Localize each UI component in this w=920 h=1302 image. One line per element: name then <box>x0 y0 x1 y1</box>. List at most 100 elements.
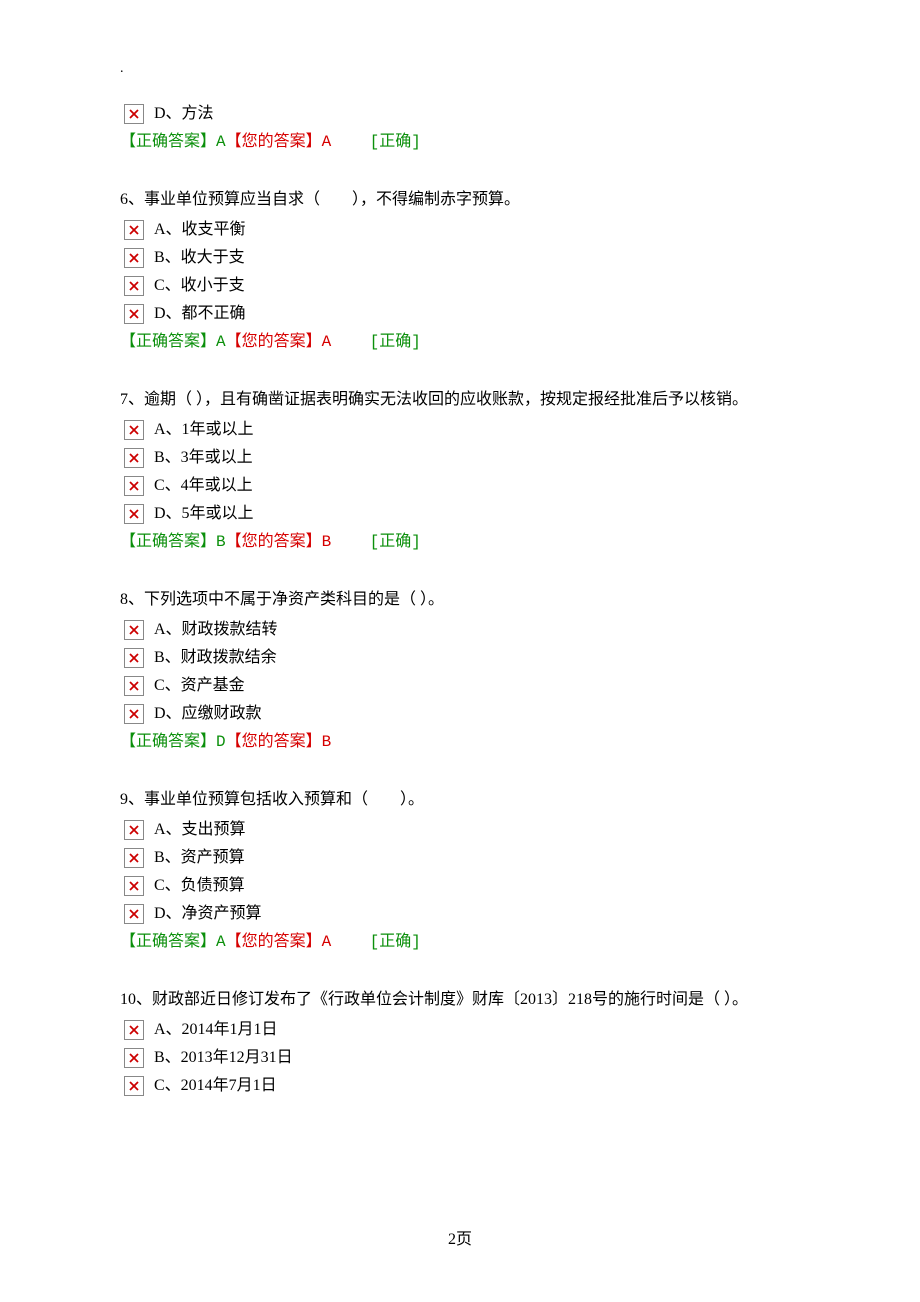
q7-answer: 【正确答案】B【您的答案】B [正确] <box>120 530 800 554</box>
q10-option-c: C、2014年7月1日 <box>124 1074 800 1098</box>
q5-answer: 【正确答案】A【您的答案】A [正确] <box>120 130 800 154</box>
broken-image-icon <box>124 676 144 696</box>
option-text: D、应缴财政款 <box>154 702 262 726</box>
q6-option-a: A、收支平衡 <box>124 218 800 242</box>
q6-option-b: B、收大于支 <box>124 246 800 270</box>
option-text: C、负债预算 <box>154 874 245 898</box>
question-8: 8、下列选项中不属于净资产类科目的是（ ）。 A、财政拨款结转 B、财政拨款结余… <box>120 588 800 754</box>
your-answer-value: A <box>322 933 332 951</box>
q8-option-b: B、财政拨款结余 <box>124 646 800 670</box>
option-text: A、1年或以上 <box>154 418 254 442</box>
your-answer-value: A <box>322 133 332 151</box>
answer-status: [正确] <box>370 533 421 551</box>
option-text: C、2014年7月1日 <box>154 1074 277 1098</box>
option-text: B、收大于支 <box>154 246 245 270</box>
document-page: . D、方法 【正确答案】A【您的答案】A [正确] 6、事业单位预算应当自求（… <box>0 0 920 1302</box>
option-text: B、资产预算 <box>154 846 245 870</box>
option-text: D、5年或以上 <box>154 502 254 526</box>
q8-answer: 【正确答案】D【您的答案】B <box>120 730 800 754</box>
correct-answer-value: A <box>216 333 226 351</box>
top-dot: . <box>120 58 124 79</box>
q7-option-c: C、4年或以上 <box>124 474 800 498</box>
your-answer-label: 【您的答案】 <box>226 933 322 951</box>
broken-image-icon <box>124 220 144 240</box>
broken-image-icon <box>124 1076 144 1096</box>
question-6: 6、事业单位预算应当自求（ ），不得编制赤字预算。 A、收支平衡 B、收大于支 … <box>120 188 800 354</box>
correct-answer-value: A <box>216 933 226 951</box>
q6-option-c: C、收小于支 <box>124 274 800 298</box>
broken-image-icon <box>124 704 144 724</box>
your-answer-label: 【您的答案】 <box>226 133 322 151</box>
correct-answer-value: B <box>216 533 226 551</box>
your-answer-value: A <box>322 333 332 351</box>
broken-image-icon <box>124 820 144 840</box>
q9-option-d: D、净资产预算 <box>124 902 800 926</box>
option-text: D、方法 <box>154 102 214 126</box>
correct-answer-label: 【正确答案】 <box>120 333 216 351</box>
option-text: B、2013年12月31日 <box>154 1046 293 1070</box>
question-text: 6、事业单位预算应当自求（ ），不得编制赤字预算。 <box>120 188 800 212</box>
option-text: D、净资产预算 <box>154 902 262 926</box>
correct-answer-label: 【正确答案】 <box>120 933 216 951</box>
question-text: 9、事业单位预算包括收入预算和（ ）。 <box>120 788 800 812</box>
q9-answer: 【正确答案】A【您的答案】A [正确] <box>120 930 800 954</box>
broken-image-icon <box>124 648 144 668</box>
q7-option-a: A、1年或以上 <box>124 418 800 442</box>
q9-option-b: B、资产预算 <box>124 846 800 870</box>
broken-image-icon <box>124 620 144 640</box>
your-answer-label: 【您的答案】 <box>226 333 322 351</box>
option-text: A、2014年1月1日 <box>154 1018 278 1042</box>
your-answer-value: B <box>322 533 332 551</box>
correct-answer-value: D <box>216 733 226 751</box>
option-text: B、3年或以上 <box>154 446 253 470</box>
question-text: 7、逾期（ ），且有确凿证据表明确实无法收回的应收账款，按规定报经批准后予以核销… <box>120 388 800 412</box>
correct-answer-label: 【正确答案】 <box>120 133 216 151</box>
answer-status: [正确] <box>370 933 421 951</box>
q8-option-d: D、应缴财政款 <box>124 702 800 726</box>
q6-answer: 【正确答案】A【您的答案】A [正确] <box>120 330 800 354</box>
your-answer-value: B <box>322 733 332 751</box>
option-text: A、财政拨款结转 <box>154 618 278 642</box>
q9-option-c: C、负债预算 <box>124 874 800 898</box>
broken-image-icon <box>124 1020 144 1040</box>
q8-option-c: C、资产基金 <box>124 674 800 698</box>
q5-option-d: D、方法 <box>124 102 800 126</box>
broken-image-icon <box>124 304 144 324</box>
broken-image-icon <box>124 504 144 524</box>
q8-option-a: A、财政拨款结转 <box>124 618 800 642</box>
your-answer-label: 【您的答案】 <box>226 533 322 551</box>
answer-status: [正确] <box>370 133 421 151</box>
q10-option-b: B、2013年12月31日 <box>124 1046 800 1070</box>
broken-image-icon <box>124 476 144 496</box>
option-text: C、4年或以上 <box>154 474 253 498</box>
question-10: 10、财政部近日修订发布了《行政单位会计制度》财库〔2013〕218号的施行时间… <box>120 988 800 1098</box>
broken-image-icon <box>124 248 144 268</box>
correct-answer-value: A <box>216 133 226 151</box>
broken-image-icon <box>124 420 144 440</box>
correct-answer-label: 【正确答案】 <box>120 533 216 551</box>
q7-option-b: B、3年或以上 <box>124 446 800 470</box>
correct-answer-label: 【正确答案】 <box>120 733 216 751</box>
broken-image-icon <box>124 876 144 896</box>
question-7: 7、逾期（ ），且有确凿证据表明确实无法收回的应收账款，按规定报经批准后予以核销… <box>120 388 800 554</box>
q6-option-d: D、都不正确 <box>124 302 800 326</box>
option-text: B、财政拨款结余 <box>154 646 277 670</box>
option-text: C、收小于支 <box>154 274 245 298</box>
your-answer-label: 【您的答案】 <box>226 733 322 751</box>
broken-image-icon <box>124 904 144 924</box>
broken-image-icon <box>124 276 144 296</box>
option-text: A、收支平衡 <box>154 218 246 242</box>
option-text: C、资产基金 <box>154 674 245 698</box>
question-text: 10、财政部近日修订发布了《行政单位会计制度》财库〔2013〕218号的施行时间… <box>120 988 800 1012</box>
broken-image-icon <box>124 848 144 868</box>
broken-image-icon <box>124 1048 144 1068</box>
broken-image-icon <box>124 448 144 468</box>
page-footer: 2页 <box>120 1228 800 1252</box>
q10-option-a: A、2014年1月1日 <box>124 1018 800 1042</box>
broken-image-icon <box>124 104 144 124</box>
answer-status: [正确] <box>370 333 421 351</box>
q7-option-d: D、5年或以上 <box>124 502 800 526</box>
question-9: 9、事业单位预算包括收入预算和（ ）。 A、支出预算 B、资产预算 C、负债预算… <box>120 788 800 954</box>
option-text: A、支出预算 <box>154 818 246 842</box>
option-text: D、都不正确 <box>154 302 246 326</box>
